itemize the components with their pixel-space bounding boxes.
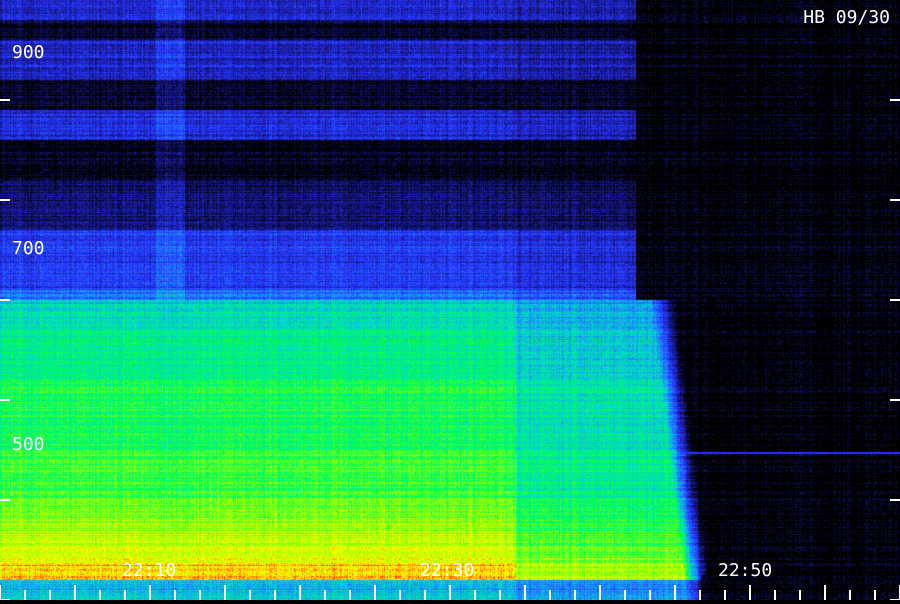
- x-tick-label: 22:50: [718, 560, 773, 581]
- y-tick-label: 900: [12, 42, 45, 63]
- y-tick-label: 700: [12, 238, 45, 259]
- chart-overlay: HB 09/30 900 700 500 22:10 22:30 22:50: [0, 0, 900, 601]
- x-tick-label: 22:30: [420, 560, 475, 581]
- station-label: HB 09/30: [803, 7, 890, 28]
- y-tick-label: 500: [12, 434, 45, 455]
- x-tick-label: 22:10: [122, 560, 177, 581]
- tick-layer: [0, 99, 900, 601]
